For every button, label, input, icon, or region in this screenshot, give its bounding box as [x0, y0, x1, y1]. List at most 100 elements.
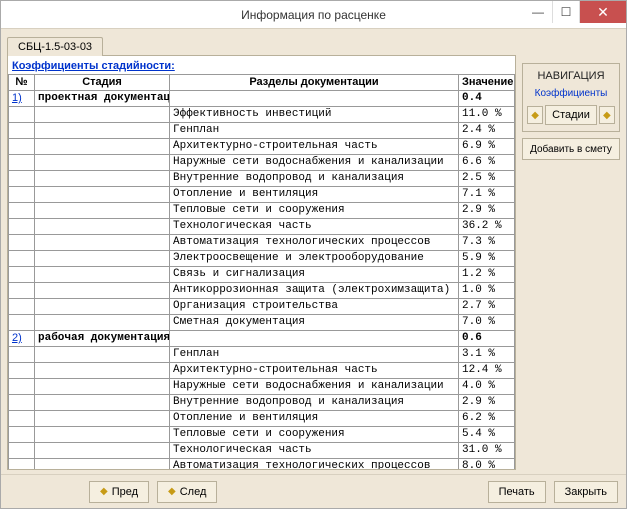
cell-section: Генплан	[170, 347, 459, 363]
cell-value: 4.0 %	[459, 379, 515, 395]
cell-stage	[35, 155, 170, 171]
table-row[interactable]: Связь и сигнализация1.2 %	[9, 267, 515, 283]
cell-section: Внутренние водопровод и канализация	[170, 171, 459, 187]
cell-section: Электроосвещение и электрооборудование	[170, 251, 459, 267]
table-row[interactable]: Технологическая часть36.2 %	[9, 219, 515, 235]
cell-stage	[35, 299, 170, 315]
col-header-section: Разделы документации	[170, 75, 459, 91]
cell-section: Антикоррозионная защита (электрохимзащит…	[170, 283, 459, 299]
col-header-value: Значение	[459, 75, 515, 91]
table-row[interactable]: Наружные сети водоснабжения и канализаци…	[9, 379, 515, 395]
cell-stage	[35, 171, 170, 187]
cell-no	[9, 299, 35, 315]
table-row[interactable]: Организация строительства2.7 %	[9, 299, 515, 315]
add-to-estimate-button[interactable]: Добавить в смету	[522, 138, 620, 160]
col-header-stage: Стадия	[35, 75, 170, 91]
table-row[interactable]: Эффективность инвестиций11.0 %	[9, 107, 515, 123]
cell-no	[9, 283, 35, 299]
table-row[interactable]: 2)рабочая документация0.6	[9, 331, 515, 347]
table-row[interactable]: Электроосвещение и электрооборудование5.…	[9, 251, 515, 267]
cell-no	[9, 315, 35, 331]
cell-no	[9, 363, 35, 379]
cell-value: 6.9 %	[459, 139, 515, 155]
nav-coefficients-link[interactable]: Коэффициенты	[527, 88, 615, 99]
table-row[interactable]: Автоматизация технологических процессов8…	[9, 459, 515, 470]
cell-no	[9, 347, 35, 363]
cell-no: 1)	[9, 91, 35, 107]
cell-section: Технологическая часть	[170, 219, 459, 235]
table-scroll[interactable]: № Стадия Разделы документации Значение 1…	[8, 74, 515, 469]
nav-stages-button[interactable]: Стадии	[545, 105, 597, 125]
app-window: Информация по расценке — ☐ ✕ СБЦ-1.5-03-…	[0, 0, 627, 509]
side-panel: НАВИГАЦИЯ Коэффициенты ◆ Стадии ◆ Добави…	[522, 55, 620, 470]
cell-value: 3.1 %	[459, 347, 515, 363]
cell-value: 1.0 %	[459, 283, 515, 299]
row-number-link[interactable]: 2)	[12, 332, 22, 344]
table-row[interactable]: Отопление и вентиляция7.1 %	[9, 187, 515, 203]
cell-section: Сметная документация	[170, 315, 459, 331]
cell-stage	[35, 283, 170, 299]
table-row[interactable]: Внутренние водопровод и канализация2.5 %	[9, 171, 515, 187]
cell-section	[170, 331, 459, 347]
table-row[interactable]: Технологическая часть31.0 %	[9, 443, 515, 459]
cell-value: 36.2 %	[459, 219, 515, 235]
row-number-link[interactable]: 1)	[12, 92, 22, 104]
cell-section: Отопление и вентиляция	[170, 411, 459, 427]
table-row[interactable]: Генплан2.4 %	[9, 123, 515, 139]
maximize-button[interactable]: ☐	[552, 1, 580, 23]
cell-no	[9, 411, 35, 427]
cell-value: 7.0 %	[459, 315, 515, 331]
cell-no	[9, 139, 35, 155]
cell-value: 8.0 %	[459, 459, 515, 470]
table-row[interactable]: Внутренние водопровод и канализация2.9 %	[9, 395, 515, 411]
diamond-icon: ◆	[603, 110, 611, 121]
table-row[interactable]: Архитектурно-строительная часть6.9 %	[9, 139, 515, 155]
cell-value: 7.1 %	[459, 187, 515, 203]
minimize-button[interactable]: —	[524, 1, 552, 23]
prev-label: Пред	[112, 486, 138, 498]
tab-code[interactable]: СБЦ-1.5-03-03	[7, 37, 103, 56]
cell-stage	[35, 107, 170, 123]
coefficients-table: № Стадия Разделы документации Значение 1…	[8, 74, 515, 469]
cell-stage	[35, 363, 170, 379]
prev-button[interactable]: ◆ Пред	[89, 481, 149, 503]
table-row[interactable]: Отопление и вентиляция6.2 %	[9, 411, 515, 427]
table-row[interactable]: Наружные сети водоснабжения и канализаци…	[9, 155, 515, 171]
table-row[interactable]: Сметная документация7.0 %	[9, 315, 515, 331]
close-dialog-button[interactable]: Закрыть	[554, 481, 618, 503]
cell-no	[9, 427, 35, 443]
table-row[interactable]: Тепловые сети и сооружения2.9 %	[9, 203, 515, 219]
nav-prev-icon[interactable]: ◆	[527, 106, 543, 124]
cell-no	[9, 171, 35, 187]
coefficients-header-link[interactable]: Коэффициенты стадийности:	[8, 56, 515, 74]
print-button[interactable]: Печать	[488, 481, 546, 503]
cell-stage	[35, 411, 170, 427]
table-row[interactable]: Антикоррозионная защита (электрохимзащит…	[9, 283, 515, 299]
diamond-icon: ◆	[100, 486, 108, 497]
table-row[interactable]: Архитектурно-строительная часть12.4 %	[9, 363, 515, 379]
table-header-row: № Стадия Разделы документации Значение	[9, 75, 515, 91]
table-row[interactable]: Тепловые сети и сооружения5.4 %	[9, 427, 515, 443]
cell-no	[9, 251, 35, 267]
cell-value: 2.9 %	[459, 395, 515, 411]
cell-no	[9, 187, 35, 203]
cell-value: 2.4 %	[459, 123, 515, 139]
nav-next-icon[interactable]: ◆	[599, 106, 615, 124]
cell-stage	[35, 251, 170, 267]
next-button[interactable]: ◆След	[157, 481, 217, 503]
close-button[interactable]: ✕	[580, 1, 626, 23]
cell-section: Архитектурно-строительная часть	[170, 139, 459, 155]
cell-section: Связь и сигнализация	[170, 267, 459, 283]
window-title: Информация по расценке	[241, 8, 386, 22]
cell-section: Отопление и вентиляция	[170, 187, 459, 203]
cell-no	[9, 395, 35, 411]
cell-value: 2.5 %	[459, 171, 515, 187]
cell-no	[9, 443, 35, 459]
cell-section: Архитектурно-строительная часть	[170, 363, 459, 379]
table-row[interactable]: Автоматизация технологических процессов7…	[9, 235, 515, 251]
table-row[interactable]: 1)проектная документация0.4	[9, 91, 515, 107]
table-row[interactable]: Генплан3.1 %	[9, 347, 515, 363]
cell-no	[9, 219, 35, 235]
cell-stage	[35, 235, 170, 251]
cell-stage	[35, 219, 170, 235]
